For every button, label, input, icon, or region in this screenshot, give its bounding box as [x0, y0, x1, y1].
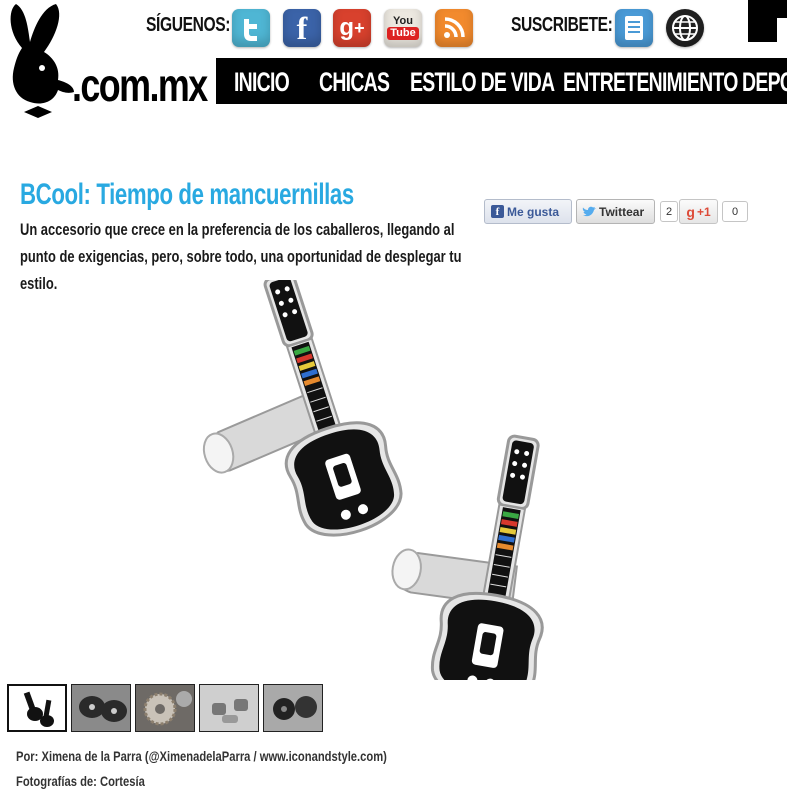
- google-plus-icon[interactable]: g +: [333, 9, 371, 47]
- photo-credit: Fotografías de: Cortesía: [16, 773, 145, 789]
- like-label: Me gusta: [507, 204, 560, 219]
- header-corner-block: [748, 0, 787, 42]
- rss-icon[interactable]: [435, 9, 473, 47]
- twitter-icon[interactable]: [232, 9, 270, 47]
- article-title: BCool: Tiempo de mancuernillas: [20, 178, 354, 211]
- facebook-icon[interactable]: f: [283, 9, 321, 47]
- thumb-black-cufflinks[interactable]: [263, 684, 323, 732]
- tweet-label: Twittear: [599, 204, 645, 219]
- thumb-gear-cufflinks[interactable]: [135, 684, 195, 732]
- thumb-dark-cufflinks[interactable]: [71, 684, 131, 732]
- tweet-count: 2: [660, 201, 678, 222]
- facebook-like-button[interactable]: f Me gusta: [484, 199, 572, 224]
- globe-icon[interactable]: [666, 9, 704, 47]
- guitar-cufflinks-photo: [202, 280, 544, 680]
- plus-one-label: +1: [696, 204, 711, 219]
- subscribe-label: SUSCRIBETE:: [511, 14, 613, 36]
- logo-text: .com.mx: [72, 59, 208, 111]
- nav-item-entretenimiento[interactable]: ENTRETENIMIENTO: [563, 67, 738, 98]
- nav-item-chicas[interactable]: CHICAS: [319, 67, 390, 98]
- plus-one-count: 0: [722, 201, 748, 222]
- nav-item-deportes[interactable]: DEPO: [742, 67, 787, 98]
- youtube-icon[interactable]: You Tube: [384, 9, 422, 47]
- thumbnail-strip: [7, 684, 323, 732]
- thumb-guitar-cufflinks[interactable]: [7, 684, 67, 732]
- facebook-icon: f: [491, 205, 504, 218]
- twitter-bird-icon: [582, 206, 596, 218]
- author-credit: Por: Ximena de la Parra (@XimenadelaParr…: [16, 748, 387, 764]
- follow-label: SÍGUENOS:: [146, 14, 231, 36]
- tweet-button[interactable]: Twittear: [576, 199, 655, 224]
- nav-item-estilo-de-vida[interactable]: ESTILO DE VIDA: [410, 67, 555, 98]
- document-icon[interactable]: [615, 9, 653, 47]
- google-plus-one-button[interactable]: g +1: [679, 199, 718, 224]
- main-nav: INICIO CHICAS ESTILO DE VIDA ENTRETENIMI…: [216, 58, 787, 104]
- google-plus-icon: g: [686, 203, 695, 220]
- nav-item-inicio[interactable]: INICIO: [234, 67, 290, 98]
- thumb-silver-cufflinks[interactable]: [199, 684, 259, 732]
